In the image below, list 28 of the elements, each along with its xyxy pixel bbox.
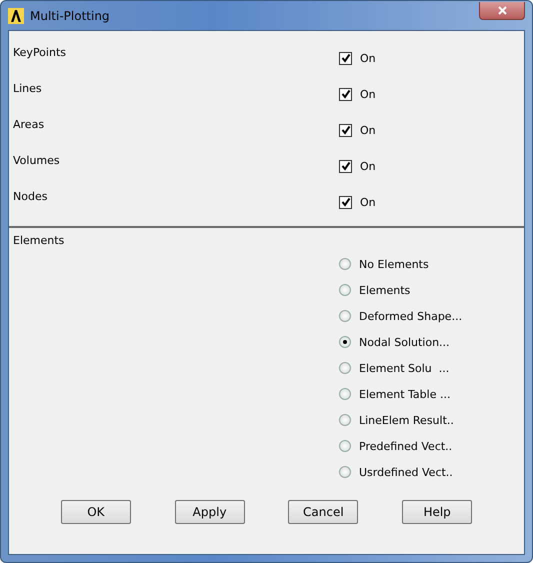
section-label: Elements [12, 233, 66, 247]
row-label: Lines [12, 81, 43, 97]
radio-option[interactable]: Element Solu ... [339, 355, 524, 381]
row-label: KeyPoints [12, 45, 67, 61]
on-checkbox[interactable]: On [339, 120, 524, 140]
radio-option[interactable]: Usrdefined Vect.. [339, 459, 524, 485]
logo-icon [8, 8, 24, 24]
on-checkbox[interactable]: On [339, 192, 524, 212]
close-icon [498, 6, 506, 14]
on-checkbox[interactable]: On [339, 84, 524, 104]
dialog-button[interactable]: Apply [174, 500, 245, 524]
radio-option[interactable]: Nodal Solution... [339, 329, 524, 355]
row-label: Volumes [12, 153, 61, 169]
on-checkbox[interactable]: On [339, 48, 524, 68]
on-checkbox[interactable]: On [339, 156, 524, 176]
dialog-button[interactable]: Cancel [288, 500, 358, 524]
dialog-button[interactable]: Help [402, 500, 472, 524]
radio-option[interactable]: No Elements [339, 251, 524, 277]
radio-option[interactable]: Deformed Shape... [339, 303, 524, 329]
row-label: Areas [12, 117, 46, 133]
window-title: Multi-Plotting [30, 8, 111, 22]
radio-option[interactable]: Predefined Vect.. [339, 433, 524, 459]
radio-option[interactable]: LineElem Result.. [339, 407, 524, 433]
close-button[interactable] [479, 2, 525, 20]
radio-option[interactable]: Elements [339, 277, 524, 303]
dialog-button[interactable]: OK [60, 500, 131, 524]
row-label: Nodes [12, 189, 48, 205]
radio-option[interactable]: Element Table ... [339, 381, 524, 407]
